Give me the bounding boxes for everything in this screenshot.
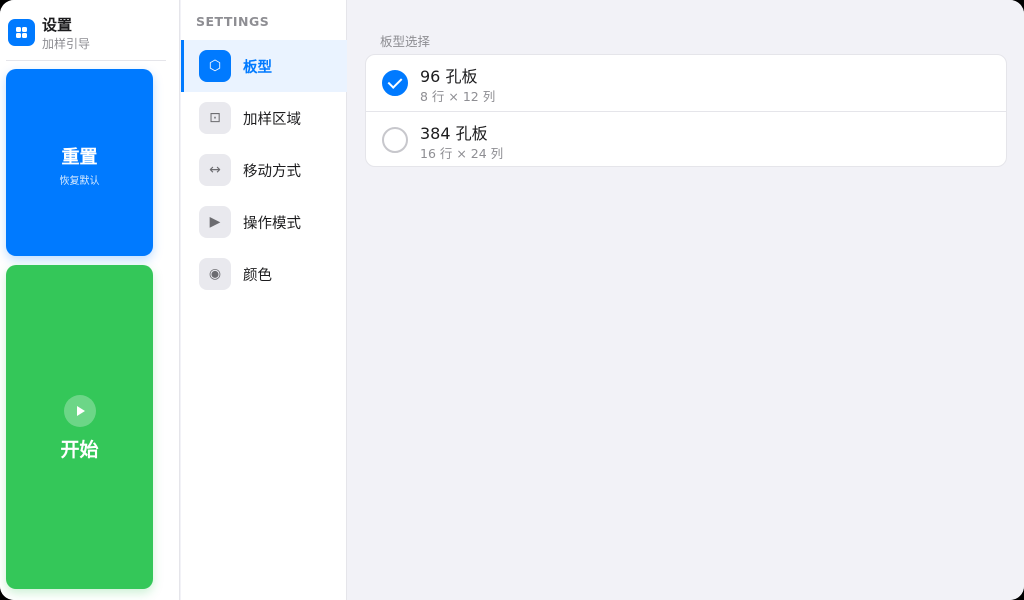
grid-icon: [8, 19, 35, 46]
sidebar-item-plate-type[interactable]: ⬡ 板型: [181, 40, 347, 92]
reset-button[interactable]: 重置 恢复默认: [6, 69, 153, 256]
app-window: 设置 加样引导 重置 恢复默认 开始 SETTINGS ⬡ 板型 ⊡ 加样区域 …: [0, 0, 1024, 600]
app-subtitle: 加样引导: [42, 37, 91, 51]
radio-icon[interactable]: [382, 127, 408, 153]
checkmark-radio-icon[interactable]: [382, 70, 408, 96]
start-button-label: 开始: [60, 439, 99, 461]
settings-sidebar: SETTINGS ⬡ 板型 ⊡ 加样区域 ↔ 移动方式 ▶ 操作模式 ◉ 颜色: [181, 0, 347, 600]
sidebar-item-label: 板型: [243, 60, 272, 76]
option-384-well[interactable]: 384 孔板 16 行 × 24 列: [366, 111, 1006, 166]
reset-button-subtitle: 恢复默认: [59, 176, 100, 187]
option-title: 96 孔板: [420, 67, 478, 86]
option-subtitle: 8 行 × 12 列: [420, 89, 496, 104]
play-icon: ▶: [199, 206, 231, 238]
plate-options-card: 96 孔板 8 行 × 12 列 384 孔板 16 行 × 24 列: [365, 54, 1007, 167]
sidebar-item-label: 加样区域: [243, 112, 301, 128]
settings-heading: SETTINGS: [196, 14, 270, 29]
play-icon: [64, 395, 96, 427]
hexagon-icon: ⬡: [199, 50, 231, 82]
sidebar-item-label: 操作模式: [243, 216, 301, 232]
color-circle-icon: ◉: [199, 258, 231, 290]
dotted-square-icon: ⊡: [199, 102, 231, 134]
section-label: 板型选择: [380, 34, 431, 49]
option-subtitle: 16 行 × 24 列: [420, 146, 504, 161]
reset-button-label: 重置: [61, 147, 98, 168]
content-panel: 板型选择 96 孔板 8 行 × 12 列 384 孔板 16 行 × 24 列: [348, 0, 1024, 600]
arrows-horizontal-icon: ↔: [199, 154, 231, 186]
sidebar-item-label: 颜色: [243, 268, 272, 284]
sidebar-item-operation-mode[interactable]: ▶ 操作模式: [181, 196, 347, 248]
sidebar-item-color[interactable]: ◉ 颜色: [181, 248, 347, 300]
sidebar-item-movement[interactable]: ↔ 移动方式: [181, 144, 347, 196]
option-96-well[interactable]: 96 孔板 8 行 × 12 列: [366, 55, 1006, 111]
sidebar-item-label: 移动方式: [243, 164, 301, 180]
sidebar-item-sample-area[interactable]: ⊡ 加样区域: [181, 92, 347, 144]
option-title: 384 孔板: [420, 124, 488, 143]
start-button[interactable]: 开始: [6, 265, 153, 589]
action-column: 设置 加样引导 重置 恢复默认 开始: [0, 0, 180, 600]
app-title: 设置: [42, 16, 73, 34]
app-header: 设置 加样引导: [6, 0, 166, 61]
